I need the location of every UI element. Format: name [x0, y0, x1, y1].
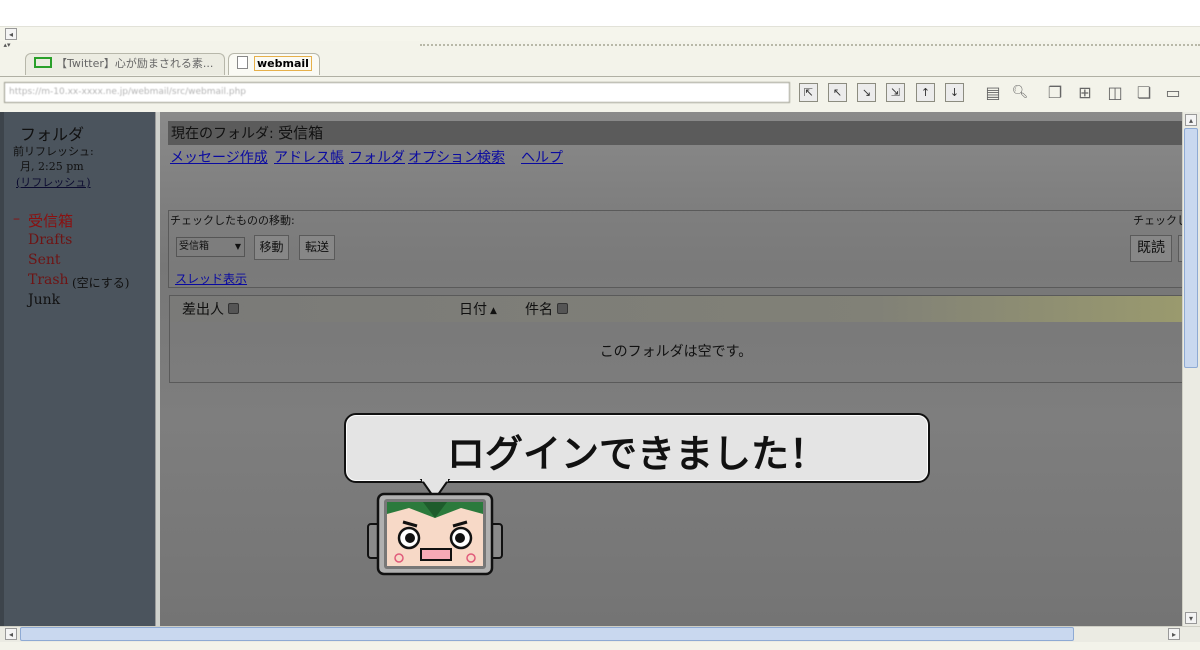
move-button[interactable]: 移動 [254, 235, 289, 260]
move-folder-select[interactable]: 受信箱 ▼ [176, 237, 245, 257]
move-label: チェックしたものの移動: [170, 214, 295, 227]
tab-page-icon [34, 57, 52, 68]
sidebar-title: フォルダ [20, 125, 85, 144]
bottom-splitter[interactable] [0, 642, 1200, 650]
column-subject[interactable]: 件名 [525, 299, 568, 319]
search-icon[interactable]: 🔍︎ [1009, 82, 1031, 104]
sort-icon[interactable] [228, 303, 239, 314]
mascot-icon [367, 492, 503, 576]
checked-label: チェックした [1133, 214, 1182, 227]
new-window-icon[interactable]: ⊞ [1074, 82, 1096, 104]
address-input[interactable]: https://m-10.xx-xxxx.ne.jp/webmail/src/w… [4, 82, 790, 103]
last-refresh-label: 前リフレッシュ: [13, 145, 94, 158]
column-date[interactable]: 日付 ▲ [459, 299, 497, 319]
page-icon[interactable]: ▤ [982, 82, 1004, 104]
column-from-label: 差出人 [182, 302, 224, 318]
sort-ascending-icon[interactable]: ▲ [490, 306, 497, 316]
table-header [170, 296, 1182, 322]
down-icon[interactable]: ↓ [945, 83, 964, 102]
current-folder: 現在のフォルダ: 受信箱 [171, 122, 323, 143]
scroll-up-icon[interactable]: ▴ [1185, 114, 1197, 126]
cascade-windows-icon[interactable]: ❏ [1133, 82, 1155, 104]
nav-addressbook[interactable]: アドレス帳 [274, 147, 344, 167]
empty-folder-message: このフォルダは空です。 [599, 344, 753, 360]
tab-webmail[interactable]: webmail [228, 53, 320, 75]
mark-read-button[interactable]: 既読 [1130, 235, 1172, 262]
sidebar-item-inbox[interactable]: 受信箱 [28, 210, 73, 231]
tab-label: 【Twitter】心が励まされる素... [56, 57, 214, 70]
page-icon [237, 56, 248, 69]
chevron-down-icon: ▼ [234, 242, 241, 251]
forward-icon[interactable]: ↘ [857, 83, 876, 102]
sort-icon[interactable] [557, 303, 568, 314]
last-refresh-time: 月, 2:25 pm [20, 160, 84, 173]
forward-button[interactable]: 転送 [299, 235, 335, 260]
thread-view-link[interactable]: スレッド表示 [175, 270, 247, 287]
column-subject-label: 件名 [525, 302, 553, 318]
duplicate-window-icon[interactable]: ◫ [1104, 82, 1126, 104]
back-icon[interactable]: ↖ [828, 83, 847, 102]
sidebar-item-sent[interactable]: Sent [28, 252, 61, 268]
tab-label: webmail [254, 56, 312, 71]
window-icon[interactable]: ❐ [1044, 82, 1066, 104]
nav-compose[interactable]: メッセージ作成 [170, 147, 268, 167]
top-panel-strip [0, 27, 1200, 42]
forward-all-icon[interactable]: ⇲ [886, 83, 905, 102]
sidebar-item-trash[interactable]: Trash [28, 272, 69, 288]
minimize-window-icon[interactable]: ▭ [1162, 82, 1184, 104]
nav-search[interactable]: 検索 [477, 147, 505, 167]
splitter-arrows-icon[interactable]: ▴▾ [3, 42, 11, 49]
scroll-left-icon[interactable]: ◂ [5, 628, 17, 640]
nav-options[interactable]: オプション [408, 147, 478, 167]
splitter-grip[interactable] [420, 44, 1200, 48]
sidebar-item-drafts[interactable]: Drafts [28, 232, 72, 248]
horizontal-scroll-thumb[interactable] [20, 627, 1074, 641]
scroll-left-icon[interactable]: ◂ [5, 28, 17, 40]
refresh-link[interactable]: (リフレッシュ) [16, 174, 91, 190]
current-folder-label: 現在のフォルダ: [171, 126, 274, 142]
back-all-icon[interactable]: ⇱ [799, 83, 818, 102]
scroll-down-icon[interactable]: ▾ [1185, 612, 1197, 624]
current-folder-name: 受信箱 [278, 124, 324, 142]
tab-twitter[interactable]: 【Twitter】心が励まされる素... [25, 53, 225, 75]
vertical-scroll-thumb[interactable] [1184, 128, 1198, 368]
scroll-right-icon[interactable]: ▸ [1168, 628, 1180, 640]
empty-trash-link[interactable]: (空にする) [72, 274, 129, 291]
collapse-marker[interactable]: – [13, 211, 20, 227]
nav-help[interactable]: ヘルプ [521, 147, 563, 167]
column-date-label: 日付 [459, 302, 487, 318]
move-folder-value: 受信箱 [179, 241, 209, 252]
login-success-message: ログインできました！ [446, 432, 827, 476]
nav-folders[interactable]: フォルダ [349, 147, 405, 167]
up-icon[interactable]: ↑ [916, 83, 935, 102]
title-area [0, 0, 1200, 27]
sidebar-item-junk[interactable]: Junk [28, 292, 60, 308]
column-from[interactable]: 差出人 [182, 299, 239, 319]
